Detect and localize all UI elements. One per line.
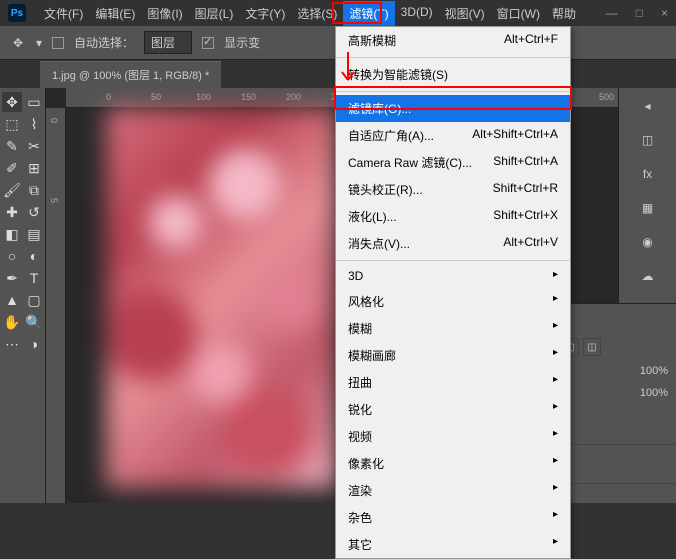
menu-3[interactable]: 图层(L): [189, 1, 240, 26]
hand-tool[interactable]: ✋: [2, 312, 22, 332]
gradient-tool[interactable]: ▤: [24, 224, 44, 244]
filter-menu-item[interactable]: 风格化: [336, 288, 570, 315]
libraries-panel-icon[interactable]: ☁: [636, 264, 660, 288]
collapse-icon[interactable]: ◂: [636, 94, 660, 118]
menubar: 文件(F)编辑(E)图像(I)图层(L)文字(Y)选择(S)滤镜(T)3D(D)…: [38, 1, 582, 26]
path-select-tool[interactable]: ▲: [2, 290, 22, 310]
zoom-tool[interactable]: 🔍: [24, 312, 44, 332]
swatches-panel-icon[interactable]: ▦: [636, 196, 660, 220]
menu-7[interactable]: 3D(D): [395, 1, 439, 26]
auto-select-checkbox[interactable]: [52, 37, 64, 49]
canvas-image[interactable]: [106, 108, 336, 488]
edit-toolbar[interactable]: ⋯: [2, 334, 22, 354]
filter-menu-item[interactable]: 自适应广角(A)...Alt+Shift+Ctrl+A: [336, 122, 570, 149]
filter-menu-item[interactable]: 高斯模糊Alt+Ctrl+F: [336, 27, 570, 54]
history-brush-tool[interactable]: ↺: [24, 202, 44, 222]
artboard-tool[interactable]: ▭: [24, 92, 44, 112]
shape-tool[interactable]: ▢: [24, 290, 44, 310]
tool-preset-dropdown[interactable]: ▾: [36, 36, 42, 50]
auto-select-label: 自动选择：: [74, 34, 134, 51]
color-panel-icon[interactable]: ◉: [636, 230, 660, 254]
menu-2[interactable]: 图像(I): [141, 1, 188, 26]
healing-tool[interactable]: ✚: [2, 202, 22, 222]
brush-tool[interactable]: 🖌: [2, 180, 22, 200]
filter-menu-item[interactable]: 像素化: [336, 450, 570, 477]
menu-4[interactable]: 文字(Y): [239, 1, 291, 26]
menu-9[interactable]: 窗口(W): [491, 1, 546, 26]
menu-6[interactable]: 滤镜(T): [343, 1, 394, 26]
filter-smart-icon[interactable]: ◫: [583, 338, 601, 356]
menu-1[interactable]: 编辑(E): [89, 1, 141, 26]
toolbox: ✥▭ ⬚⌇ ✎✂ ✐⊞ 🖌⧉ ✚↺ ◧▤ ○◐ ✒T ▲▢ ✋🔍 ⋯◑: [0, 88, 46, 503]
filter-menu-item[interactable]: 镜头校正(R)...Shift+Ctrl+R: [336, 176, 570, 203]
filter-menu-item[interactable]: 视频: [336, 423, 570, 450]
move-tool-icon: ✥: [10, 35, 26, 51]
minimize-button[interactable]: —: [606, 6, 618, 20]
filter-menu-item[interactable]: 模糊: [336, 315, 570, 342]
opacity-value[interactable]: 100%: [640, 365, 668, 381]
dodge-tool[interactable]: ◐: [24, 246, 44, 266]
marquee-tool[interactable]: ⬚: [2, 114, 22, 134]
menu-10[interactable]: 帮助: [546, 1, 582, 26]
show-transform-label: 显示变: [224, 34, 260, 51]
filter-menu-item[interactable]: 滤镜库(G)...: [336, 95, 570, 122]
filter-menu-item[interactable]: 锐化: [336, 396, 570, 423]
history-panel-icon[interactable]: ◫: [636, 128, 660, 152]
app-logo: Ps: [8, 4, 26, 22]
lasso-tool[interactable]: ⌇: [24, 114, 44, 134]
fill-value[interactable]: 100%: [640, 387, 668, 403]
maximize-button[interactable]: □: [636, 6, 643, 20]
filter-menu-item[interactable]: 渲染: [336, 477, 570, 504]
type-tool[interactable]: T: [24, 268, 44, 288]
filter-menu-item[interactable]: 杂色: [336, 504, 570, 531]
filter-menu-item[interactable]: 液化(L)...Shift+Ctrl+X: [336, 203, 570, 230]
ruler-vertical: 05: [46, 108, 66, 503]
pen-tool[interactable]: ✒: [2, 268, 22, 288]
menu-8[interactable]: 视图(V): [439, 1, 491, 26]
filter-menu-item[interactable]: 消失点(V)...Alt+Ctrl+V: [336, 230, 570, 257]
filter-menu-item[interactable]: 3D: [336, 264, 570, 288]
eyedropper-tool[interactable]: ✐: [2, 158, 22, 178]
blur-tool[interactable]: ○: [2, 246, 22, 266]
eraser-tool[interactable]: ◧: [2, 224, 22, 244]
clone-tool[interactable]: ⧉: [24, 180, 44, 200]
menu-0[interactable]: 文件(F): [38, 1, 89, 26]
filter-menu-item[interactable]: Camera Raw 滤镜(C)...Shift+Ctrl+A: [336, 149, 570, 176]
menu-5[interactable]: 选择(S): [291, 1, 343, 26]
move-tool[interactable]: ✥: [2, 92, 22, 112]
document-tab[interactable]: 1.jpg @ 100% (图层 1, RGB/8) *: [40, 61, 221, 88]
close-button[interactable]: ×: [661, 6, 668, 20]
quick-select-tool[interactable]: ✎: [2, 136, 22, 156]
fx-panel-icon[interactable]: fx: [636, 162, 660, 186]
filter-menu-item[interactable]: 其它: [336, 531, 570, 558]
show-transform-checkbox[interactable]: [202, 37, 214, 49]
filter-menu-item[interactable]: 模糊画廊: [336, 342, 570, 369]
layer-dropdown[interactable]: 图层: [144, 31, 192, 54]
crop-tool[interactable]: ✂: [24, 136, 44, 156]
filter-menu-item[interactable]: 扭曲: [336, 369, 570, 396]
frame-tool[interactable]: ⊞: [24, 158, 44, 178]
filter-menu-item[interactable]: 转换为智能滤镜(S): [336, 61, 570, 88]
filter-menu-dropdown: 高斯模糊Alt+Ctrl+F 转换为智能滤镜(S) 滤镜库(G)...自适应广角(A…: [335, 26, 571, 559]
more-tools[interactable]: ◑: [24, 334, 44, 354]
